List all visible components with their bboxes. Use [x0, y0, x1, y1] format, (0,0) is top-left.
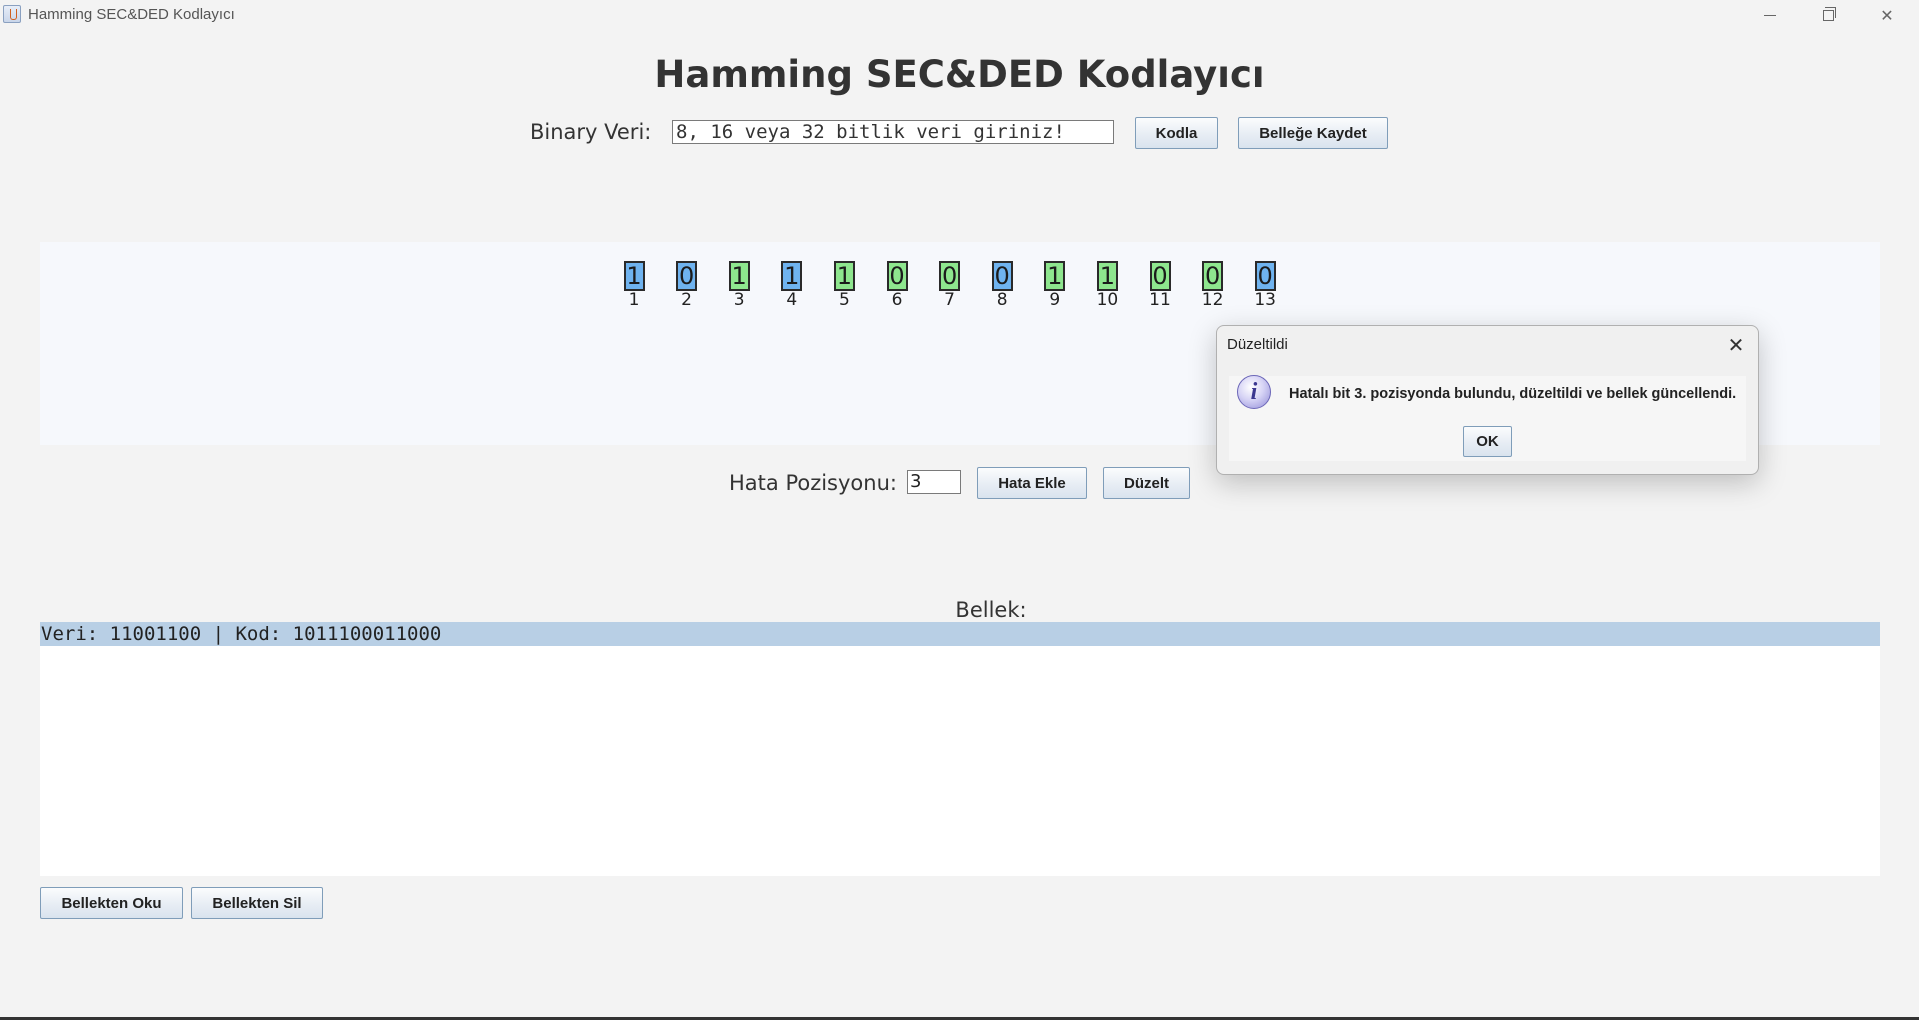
java-app-icon [3, 5, 21, 23]
bit-index: 7 [944, 290, 955, 310]
bit-cell: 0 11 [1140, 261, 1180, 309]
close-icon: ✕ [1880, 5, 1894, 25]
window-titlebar: Hamming SEC&DED Kodlayıcı ✕ [0, 0, 1919, 30]
data-bit-box: 1 [1044, 261, 1066, 291]
memory-list-item[interactable]: Veri: 11001100 | Kod: 1011100011000 [40, 622, 1880, 646]
bit-cell: 07 [930, 261, 970, 309]
memory-label: Bellek: [955, 598, 1027, 622]
minimize-button[interactable] [1742, 0, 1798, 30]
dialog-title: Düzeltildi [1227, 336, 1288, 353]
dialog-close-button[interactable]: ✕ [1725, 334, 1747, 356]
parity-bit-box: 1 [781, 261, 803, 291]
binary-data-label: Binary Veri: [530, 120, 652, 144]
bit-index: 10 [1096, 290, 1119, 310]
bit-index: 11 [1149, 290, 1171, 310]
parity-bit-box: 0 [676, 261, 698, 291]
bit-index: 12 [1201, 290, 1224, 310]
memory-list[interactable]: Veri: 11001100 | Kod: 1011100011000 [40, 622, 1880, 876]
bit-cell: 13 [719, 261, 759, 309]
bit-cell: 08 [982, 261, 1022, 309]
restore-button[interactable] [1800, 0, 1856, 30]
error-position-label: Hata Pozisyonu: [729, 471, 897, 495]
data-bit-box: 0 [939, 261, 961, 291]
parity-bit-box: 0 [991, 261, 1013, 291]
data-bit-box: 0 [1202, 261, 1224, 291]
bit-cell: 06 [877, 261, 917, 309]
dialog-ok-button[interactable]: OK [1463, 426, 1512, 457]
bit-index: 6 [891, 290, 903, 310]
data-bit-box: 1 [833, 261, 855, 291]
bit-index: 3 [733, 290, 745, 310]
bit-index: 1 [628, 290, 640, 310]
bit-cell: 15 [824, 261, 864, 309]
bit-cell: 0 12 [1193, 261, 1233, 309]
page-title: Hamming SEC&DED Kodlayıcı [654, 53, 1265, 96]
minimize-icon [1764, 14, 1776, 16]
message-dialog: Düzeltildi ✕ i Hatalı bit 3. pozisyonda … [1216, 325, 1759, 475]
window-title: Hamming SEC&DED Kodlayıcı [28, 6, 235, 23]
bit-index: 4 [786, 290, 798, 310]
bit-cell: 1 10 [1087, 261, 1127, 309]
bit-index: 5 [838, 290, 850, 310]
bit-cell: 19 [1035, 261, 1075, 309]
data-bit-box: 1 [1096, 261, 1118, 291]
parity-bit-box: 1 [623, 261, 645, 291]
restore-icon [1822, 6, 1836, 21]
bit-index: 9 [1049, 290, 1061, 310]
bit-index: 2 [681, 290, 692, 310]
read-from-memory-button[interactable]: Bellekten Oku [40, 887, 183, 919]
dialog-message: Hatalı bit 3. pozisyonda bulundu, düzelt… [1289, 386, 1737, 402]
binary-data-input[interactable]: 8, 16 veya 32 bitlik veri giriniz! [672, 120, 1114, 144]
add-error-button[interactable]: Hata Ekle [977, 467, 1087, 499]
bit-cell: 11 [614, 261, 654, 309]
correct-button[interactable]: Düzelt [1103, 467, 1190, 499]
error-position-input[interactable]: 3 [907, 470, 961, 494]
parity-bit-box: 0 [1254, 261, 1276, 291]
data-bit-box: 1 [728, 261, 750, 291]
save-to-memory-button[interactable]: Belleğe Kaydet [1238, 117, 1388, 149]
data-bit-box: 0 [886, 261, 908, 291]
data-bit-box: 0 [1149, 261, 1171, 291]
delete-from-memory-button[interactable]: Bellekten Sil [191, 887, 323, 919]
bit-cell: 14 [772, 261, 812, 309]
bit-cell: 02 [667, 261, 707, 309]
encode-button[interactable]: Kodla [1135, 117, 1218, 149]
close-window-button[interactable]: ✕ [1859, 0, 1915, 30]
close-icon: ✕ [1727, 333, 1745, 357]
bit-cell: 0 13 [1245, 261, 1285, 309]
info-icon: i [1237, 375, 1271, 409]
bit-index: 13 [1254, 290, 1276, 310]
bit-index: 8 [996, 290, 1008, 310]
